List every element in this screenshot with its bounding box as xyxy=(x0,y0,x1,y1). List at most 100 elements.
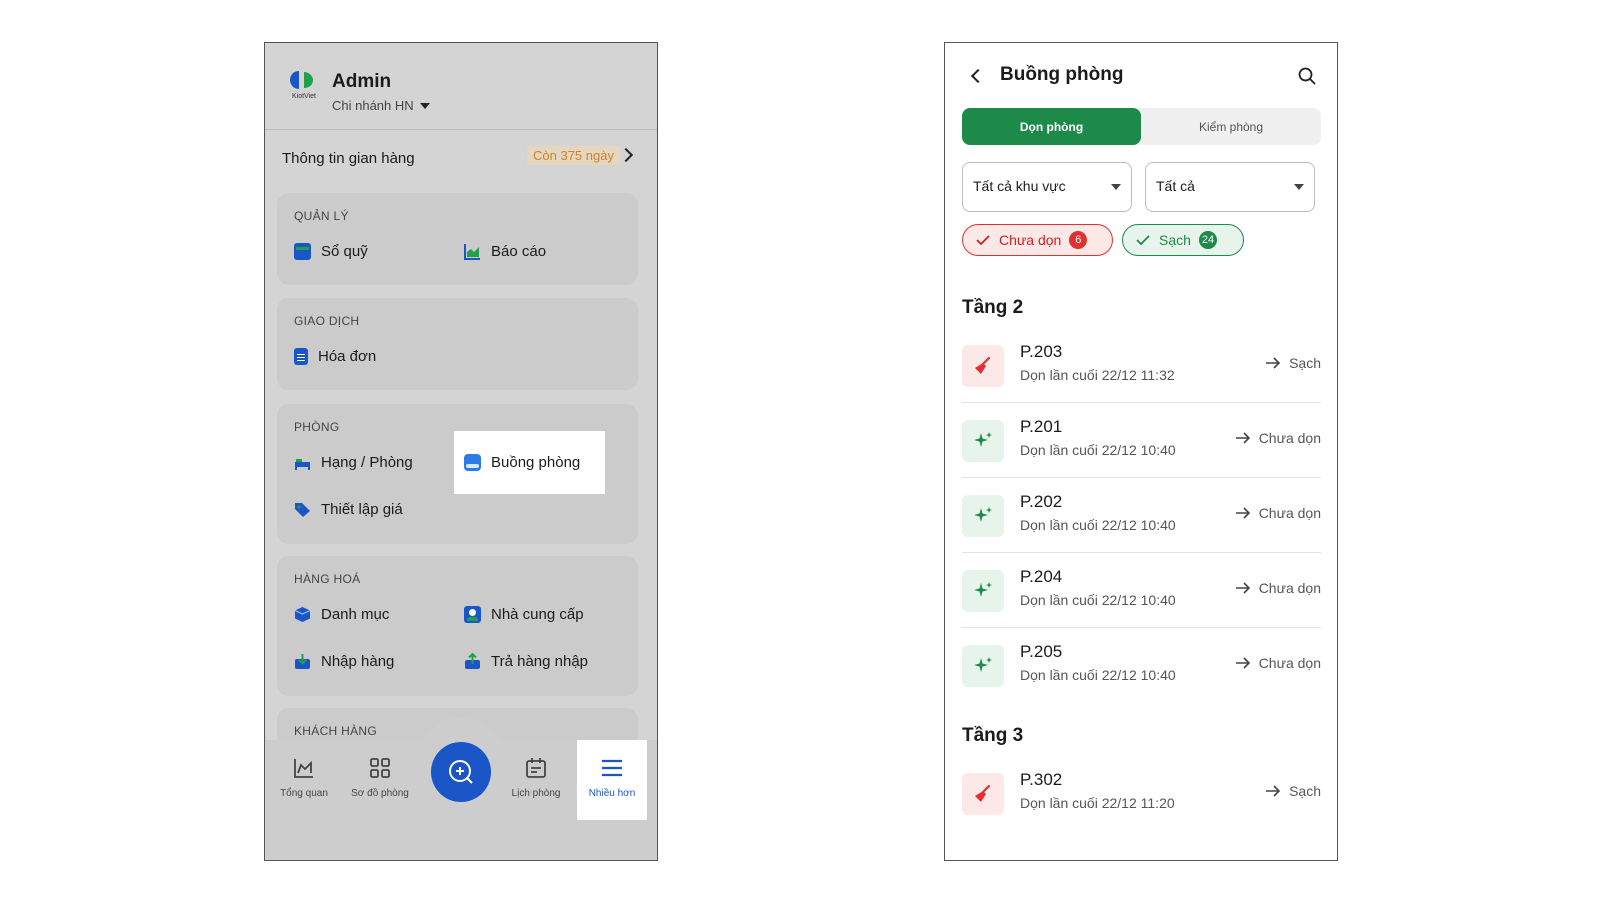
tab-cleaning[interactable]: Dọn phòng xyxy=(962,108,1141,145)
nav-label: Lịch phòng xyxy=(511,788,561,799)
invoice-icon xyxy=(294,348,308,365)
menu-item-label: Buồng phòng xyxy=(491,454,581,471)
nav-room-calendar[interactable]: Lịch phòng xyxy=(499,756,573,799)
menu-item-catalog[interactable]: Danh mục xyxy=(294,606,389,623)
arrow-right-icon xyxy=(1235,657,1250,669)
sparkle-icon xyxy=(962,645,1004,687)
area-filter-dropdown[interactable]: Tất cả khu vực xyxy=(962,162,1132,212)
days-left-badge: Còn 375 ngày xyxy=(527,146,620,165)
menu-screen: KiotViet Admin Chi nhánh HN Thông tin gi… xyxy=(264,42,658,861)
menu-item-return-import[interactable]: Trả hàng nhập xyxy=(464,652,588,670)
menu-item-import[interactable]: Nhập hàng xyxy=(294,653,394,670)
user-name: Admin xyxy=(332,71,392,92)
mark-dirty-button[interactable]: Chưa dọn xyxy=(1235,505,1321,521)
store-info-row[interactable]: Thông tin gian hàng Còn 375 ngày xyxy=(265,130,657,186)
mark-clean-button[interactable]: Sạch xyxy=(1265,783,1321,799)
menu-item-housekeeping[interactable]: Buồng phòng xyxy=(464,454,580,471)
tab-inspection[interactable]: Kiểm phòng xyxy=(1141,108,1321,145)
arrow-right-icon xyxy=(1266,357,1281,369)
account-header: KiotViet Admin Chi nhánh HN xyxy=(265,43,657,129)
box-icon xyxy=(294,606,311,623)
housekeeping-screen: Buồng phòng Dọn phòng Kiểm phòng Tất cả … xyxy=(944,42,1338,861)
room-name: P.204 xyxy=(1020,567,1063,586)
bed-icon xyxy=(294,454,311,471)
section-title: PHÒNG xyxy=(294,420,340,434)
menu-item-room-types[interactable]: Hạng / Phòng xyxy=(294,454,413,471)
back-arrow-icon[interactable] xyxy=(970,68,986,84)
room-name: P.202 xyxy=(1020,492,1063,511)
chip-dirty[interactable]: Chưa dọn 6 xyxy=(962,224,1113,256)
chip-clean[interactable]: Sạch 24 xyxy=(1122,224,1244,256)
branch-selector[interactable]: Chi nhánh HN xyxy=(332,98,430,113)
room-row[interactable]: P.202 Dọn lần cuối 22/12 10:40 Chưa dọn xyxy=(962,478,1321,553)
mark-dirty-button[interactable]: Chưa dọn xyxy=(1235,580,1321,596)
room-row[interactable]: P.204 Dọn lần cuối 22/12 10:40 Chưa dọn xyxy=(962,553,1321,628)
floor-title: Tầng 2 xyxy=(962,297,1024,318)
caret-down-icon xyxy=(1294,184,1304,190)
arrow-right-icon xyxy=(1235,582,1250,594)
arrow-right-icon xyxy=(1235,507,1250,519)
mark-dirty-button[interactable]: Chưa dọn xyxy=(1235,655,1321,671)
arrow-right-icon xyxy=(1235,432,1250,444)
status-filter-value: Tất cả xyxy=(1156,178,1195,194)
housekeeping-icon xyxy=(464,454,481,471)
section-title: GIAO DỊCH xyxy=(294,314,360,328)
mark-dirty-button[interactable]: Chưa dọn xyxy=(1235,430,1321,446)
tab-group: Dọn phòng Kiểm phòng xyxy=(962,108,1321,145)
section-title: HÀNG HOÁ xyxy=(294,572,361,586)
menu-item-suppliers[interactable]: Nhà cung cấp xyxy=(464,606,584,623)
broom-icon xyxy=(962,773,1004,815)
menu-item-label: Nhập hàng xyxy=(321,653,395,670)
room-row[interactable]: P.201 Dọn lần cuối 22/12 10:40 Chưa dọn xyxy=(962,403,1321,478)
chip-count: 6 xyxy=(1069,231,1088,249)
mark-clean-button[interactable]: Sạch xyxy=(1265,355,1321,371)
check-icon xyxy=(1136,235,1150,246)
nav-room-map[interactable]: Sơ đồ phòng xyxy=(343,756,417,799)
menu-item-label: Nhà cung cấp xyxy=(491,606,584,623)
room-action-label: Sạch xyxy=(1289,783,1321,799)
area-filter-value: Tất cả khu vực xyxy=(973,178,1066,194)
room-row[interactable]: P.205 Dọn lần cuối 22/12 10:40 Chưa dọn xyxy=(962,628,1321,703)
room-row[interactable]: P.302 Dọn lần cuối 22/12 11:20 Sạch xyxy=(962,756,1321,831)
menu-item-reports[interactable]: Báo cáo xyxy=(464,243,546,260)
room-name: P.302 xyxy=(1020,770,1063,789)
search-icon[interactable] xyxy=(1298,67,1316,85)
menu-item-pricing[interactable]: Thiết lập giá xyxy=(294,501,403,518)
branch-name: Chi nhánh HN xyxy=(332,98,414,113)
room-action-label: Sạch xyxy=(1289,355,1321,371)
menu-icon xyxy=(600,756,624,780)
section-goods: HÀNG HOÁ Danh mục Nhà cung cấp Nhập hàng xyxy=(277,556,638,696)
room-action-label: Chưa dọn xyxy=(1258,505,1321,521)
room-last-cleaned: Dọn lần cuối 22/12 11:20 xyxy=(1020,795,1175,811)
room-name: P.205 xyxy=(1020,642,1063,661)
menu-item-label: Báo cáo xyxy=(491,243,547,260)
menu-item-label: Hóa đơn xyxy=(318,348,377,365)
export-icon xyxy=(464,652,481,670)
caret-down-icon xyxy=(419,102,430,109)
menu-item-label: Hạng / Phòng xyxy=(321,454,413,471)
room-row[interactable]: P.203 Dọn lần cuối 22/12 11:32 Sạch xyxy=(962,328,1321,403)
room-last-cleaned: Dọn lần cuối 22/12 10:40 xyxy=(1020,517,1176,533)
menu-item-label: Danh mục xyxy=(321,606,390,623)
menu-item-invoices[interactable]: Hóa đơn xyxy=(294,348,376,365)
menu-item-label: Thiết lập giá xyxy=(321,501,403,518)
chart-icon xyxy=(464,243,481,260)
nav-overview[interactable]: Tổng quan xyxy=(267,756,341,799)
room-last-cleaned: Dọn lần cuối 22/12 10:40 xyxy=(1020,592,1176,608)
scan-fab-button[interactable] xyxy=(431,742,491,802)
nav-label: Nhiều hơn xyxy=(588,788,636,799)
sparkle-icon xyxy=(962,495,1004,537)
chevron-right-icon xyxy=(618,147,634,163)
room-name: P.201 xyxy=(1020,417,1063,436)
chip-label: Sạch xyxy=(1159,232,1191,248)
room-last-cleaned: Dọn lần cuối 22/12 11:32 xyxy=(1020,367,1175,383)
status-filter-dropdown[interactable]: Tất cả xyxy=(1145,162,1315,212)
kiotviet-logo: KiotViet xyxy=(287,69,321,105)
nav-more[interactable]: Nhiều hơn xyxy=(575,756,649,799)
sparkle-icon xyxy=(962,570,1004,612)
caret-down-icon xyxy=(1111,184,1121,190)
menu-item-cashbook[interactable]: Sổ quỹ xyxy=(294,243,368,260)
menu-item-label: Sổ quỹ xyxy=(321,243,368,260)
arrow-right-icon xyxy=(1266,785,1281,797)
section-management: QUẢN LÝ Sổ quỹ Báo cáo xyxy=(277,193,638,285)
